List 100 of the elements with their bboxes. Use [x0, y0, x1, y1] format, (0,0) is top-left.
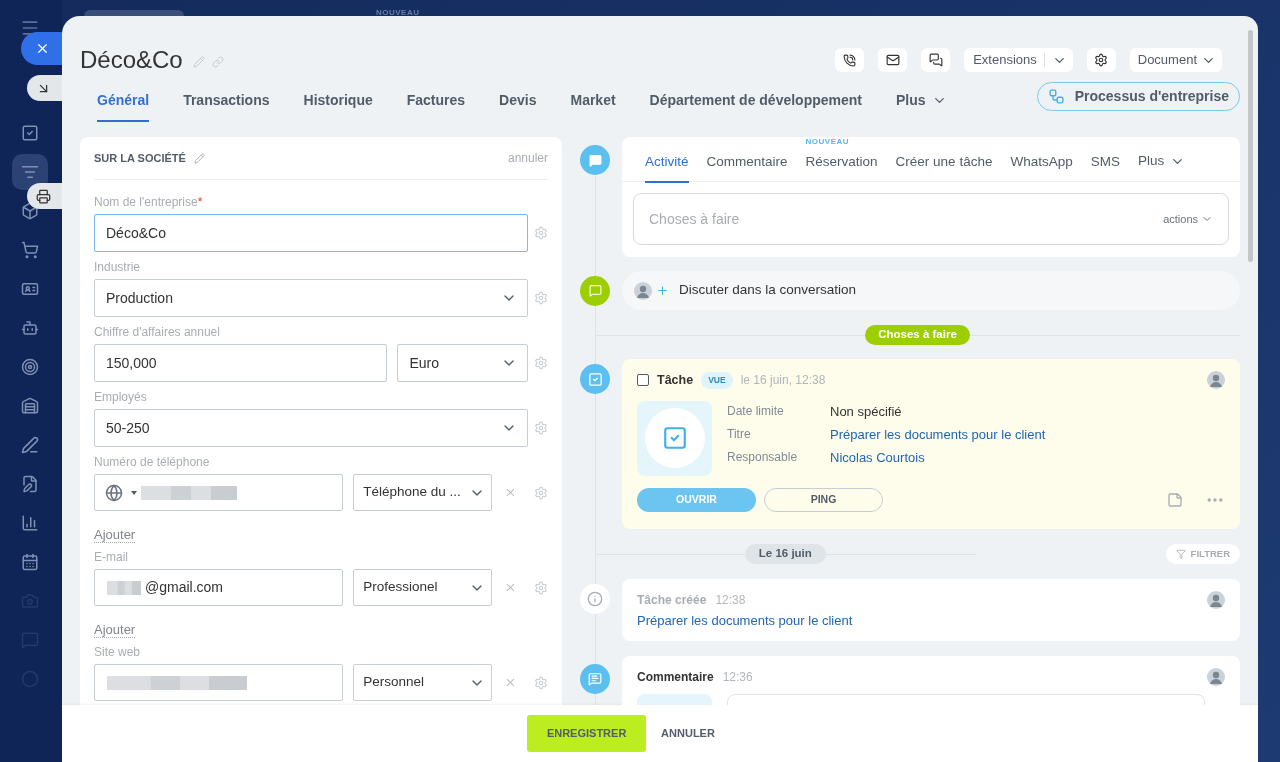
comment-time: 12:36 [722, 669, 753, 686]
message-icon [588, 153, 602, 167]
checkbox-icon [21, 124, 39, 142]
minimize-button[interactable] [27, 75, 65, 101]
field-label: Numéro de téléphone [94, 455, 210, 469]
checkbox-icon [661, 425, 688, 452]
target-icon [21, 358, 39, 376]
settings-button[interactable] [1086, 48, 1116, 72]
input-field[interactable] [94, 474, 344, 511]
tab[interactable]: Transactions [183, 90, 270, 122]
cart-icon [21, 241, 39, 259]
detail-link[interactable]: Nicolas Courtois [830, 448, 1046, 466]
more-tab[interactable]: Plus [1137, 152, 1186, 181]
warehouse-icon [21, 397, 39, 415]
field-label: E-mail [94, 550, 128, 564]
tab[interactable]: Factures [406, 90, 466, 122]
calendar-icon [21, 553, 39, 571]
robot-icon [21, 319, 39, 337]
todo-input-field[interactable]: Choses à faire actions [633, 193, 1229, 245]
plus-icon [656, 284, 669, 297]
tab[interactable]: Historique [303, 90, 373, 122]
message-icon [588, 284, 602, 297]
comment-title: Commentaire [637, 669, 714, 686]
caret-icon[interactable] [131, 490, 137, 495]
field-label: Employés [94, 390, 147, 404]
tab[interactable]: Réservation [805, 152, 878, 184]
tab[interactable]: Activité [645, 152, 689, 184]
add-link[interactable]: Ajouter [94, 622, 136, 638]
log-title: Tâche créée [637, 592, 707, 609]
message-icon [588, 672, 602, 686]
tab[interactable]: WhatsApp [1010, 152, 1073, 184]
field-label: Chiffre d'affaires annuel [94, 325, 220, 339]
conversation-row[interactable]: Discuter dans la conversation [622, 271, 1240, 310]
detail-link[interactable]: Préparer les documents pour le client [830, 425, 1046, 443]
company-title: Déco&Co [80, 45, 183, 75]
phone-icon [843, 53, 857, 67]
status-badge: VUE [701, 371, 733, 389]
field-label: Industrie [94, 260, 141, 274]
close-icon [35, 41, 50, 56]
globe-icon[interactable] [105, 483, 123, 502]
detail-label: Responsable [727, 448, 799, 466]
settings-icon [1094, 53, 1109, 67]
tab[interactable]: Créer une tâche [895, 152, 993, 184]
section-title: SUR LA SOCIÉTÉ [94, 150, 186, 166]
printer-icon [36, 188, 51, 204]
chat-button[interactable] [921, 48, 951, 72]
log-time: 12:38 [715, 592, 746, 609]
pen-icon [21, 436, 39, 454]
menu-icon[interactable] [20, 18, 40, 38]
tab[interactable]: Commentaire [706, 152, 788, 184]
info-icon [587, 591, 603, 607]
cancel-button[interactable]: ANNULER [659, 715, 717, 752]
extensions-button[interactable]: Extensions [964, 48, 1073, 72]
input-field[interactable]: @gmail.com [94, 569, 344, 606]
tab[interactable]: Devis [499, 90, 537, 122]
task-checkbox[interactable] [637, 374, 649, 387]
input-field[interactable]: 150,000 [94, 344, 388, 382]
save-button[interactable]: ENREGISTRER [527, 715, 647, 752]
conversation-text: Discuter dans la conversation [679, 281, 857, 300]
task-title: Tâche [657, 372, 694, 389]
dropdown-field[interactable]: 50-250 [94, 409, 528, 447]
box-icon [21, 202, 39, 220]
input-field[interactable]: Déco&Co [94, 214, 528, 252]
dropdown-field[interactable]: Production [94, 279, 528, 317]
type-dropdown[interactable]: Personnel [353, 664, 493, 701]
bar-chart-icon [21, 514, 39, 532]
type-dropdown[interactable]: Professionel [353, 569, 493, 606]
workflow-icon [1047, 88, 1065, 105]
print-menu[interactable] [27, 183, 65, 209]
note-icon[interactable] [1167, 491, 1183, 508]
chat-icon [928, 53, 943, 67]
more-tab[interactable]: Plus [896, 90, 947, 122]
tab[interactable]: Market [570, 90, 616, 122]
mail-icon [885, 53, 900, 67]
date-divider-label: Le 16 juin [744, 544, 826, 564]
add-link[interactable]: Ajouter [94, 527, 136, 543]
tab[interactable]: Département de développement [649, 90, 862, 122]
scrollbar[interactable] [1248, 30, 1253, 262]
currency-dropdown[interactable]: Euro [397, 344, 528, 382]
email-button[interactable] [878, 48, 908, 72]
type-dropdown[interactable]: Téléphone du ... [353, 474, 493, 511]
call-button[interactable] [835, 48, 865, 72]
field-label: Site web [94, 645, 141, 659]
actions-dropdown[interactable]: actions [1163, 210, 1213, 228]
avatar [1207, 591, 1225, 609]
field-label: Nom de l'entreprise [94, 195, 198, 209]
document-button[interactable]: Document [1129, 48, 1222, 72]
document-edit-icon [21, 475, 39, 493]
sidebar-item[interactable] [12, 154, 48, 190]
avatar [1207, 668, 1225, 686]
input-field[interactable] [94, 664, 344, 701]
task-link[interactable]: Préparer les documents pour le client [637, 611, 1225, 631]
detail-label: Titre [727, 425, 752, 443]
task-time: le 16 juin, 12:38 [740, 372, 826, 390]
avatar [1207, 371, 1225, 390]
tab[interactable]: Général [97, 90, 150, 122]
tab[interactable]: SMS [1090, 152, 1120, 184]
checkbox-icon [587, 371, 603, 387]
todo-divider-label: Choses à faire [865, 325, 970, 345]
detail-label: Date limite [727, 402, 785, 420]
